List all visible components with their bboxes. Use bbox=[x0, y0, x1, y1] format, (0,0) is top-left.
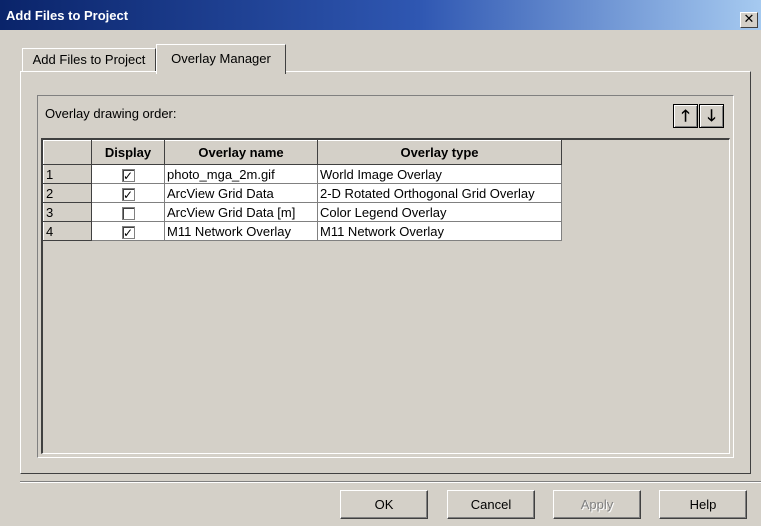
display-cell: ✓ bbox=[91, 183, 165, 203]
overlay-name-cell[interactable]: photo_mga_2m.gif bbox=[164, 164, 318, 184]
overlay-grid[interactable]: Display Overlay name Overlay type 1 ✓ ph… bbox=[41, 138, 730, 454]
column-header-rownum bbox=[43, 140, 92, 165]
display-checkbox[interactable]: ✓ bbox=[121, 225, 135, 239]
tab-add-files[interactable]: Add Files to Project bbox=[22, 48, 156, 72]
table-row[interactable]: 4 ✓ M11 Network Overlay M11 Network Over… bbox=[43, 221, 562, 241]
dialog-window: Add Files to Project ✕ Add Files to Proj… bbox=[0, 0, 761, 526]
footer-separator bbox=[20, 481, 761, 483]
apply-button: Apply bbox=[553, 490, 641, 519]
overlay-table: Display Overlay name Overlay type 1 ✓ ph… bbox=[43, 140, 562, 241]
tab-add-files-label: Add Files to Project bbox=[32, 52, 146, 67]
drawing-order-label: Overlay drawing order: bbox=[45, 106, 177, 121]
tab-overlay-manager-label: Overlay Manager bbox=[171, 51, 271, 66]
help-button[interactable]: Help bbox=[659, 490, 747, 519]
window-title: Add Files to Project bbox=[6, 8, 129, 23]
table-row[interactable]: 1 ✓ photo_mga_2m.gif World Image Overlay bbox=[43, 164, 562, 184]
table-row[interactable]: 3 ArcView Grid Data [m] Color Legend Ove… bbox=[43, 202, 562, 222]
row-number: 2 bbox=[43, 183, 92, 203]
row-number: 4 bbox=[43, 221, 92, 241]
table-row[interactable]: 2 ✓ ArcView Grid Data 2-D Rotated Orthog… bbox=[43, 183, 562, 203]
overlay-type-cell[interactable]: World Image Overlay bbox=[317, 164, 562, 184]
display-checkbox[interactable] bbox=[121, 206, 135, 220]
arrow-up-icon: 🡑 bbox=[681, 106, 690, 125]
move-down-button[interactable]: 🡓 bbox=[699, 104, 724, 128]
column-header-overlay-name[interactable]: Overlay name bbox=[164, 140, 318, 165]
ok-button[interactable]: OK bbox=[340, 490, 428, 519]
row-number: 3 bbox=[43, 202, 92, 222]
row-number: 1 bbox=[43, 164, 92, 184]
display-checkbox[interactable]: ✓ bbox=[121, 168, 135, 182]
overlay-name-cell[interactable]: M11 Network Overlay bbox=[164, 221, 318, 241]
display-cell: ✓ bbox=[91, 164, 165, 184]
title-bar: Add Files to Project ✕ bbox=[0, 0, 761, 30]
tab-overlay-manager[interactable]: Overlay Manager bbox=[156, 44, 286, 74]
overlay-type-cell[interactable]: 2-D Rotated Orthogonal Grid Overlay bbox=[317, 183, 562, 203]
move-up-button[interactable]: 🡑 bbox=[673, 104, 698, 128]
arrow-down-icon: 🡓 bbox=[707, 106, 716, 125]
overlay-name-cell[interactable]: ArcView Grid Data [m] bbox=[164, 202, 318, 222]
close-icon: ✕ bbox=[743, 12, 755, 27]
table-header-row: Display Overlay name Overlay type bbox=[43, 140, 562, 165]
overlay-name-cell[interactable]: ArcView Grid Data bbox=[164, 183, 318, 203]
display-cell bbox=[91, 202, 165, 222]
overlay-type-cell[interactable]: Color Legend Overlay bbox=[317, 202, 562, 222]
display-checkbox[interactable]: ✓ bbox=[121, 187, 135, 201]
overlay-type-cell[interactable]: M11 Network Overlay bbox=[317, 221, 562, 241]
column-header-display[interactable]: Display bbox=[91, 140, 165, 165]
column-header-overlay-type[interactable]: Overlay type bbox=[317, 140, 562, 165]
display-cell: ✓ bbox=[91, 221, 165, 241]
close-button[interactable]: ✕ bbox=[740, 12, 758, 28]
cancel-button[interactable]: Cancel bbox=[447, 490, 535, 519]
